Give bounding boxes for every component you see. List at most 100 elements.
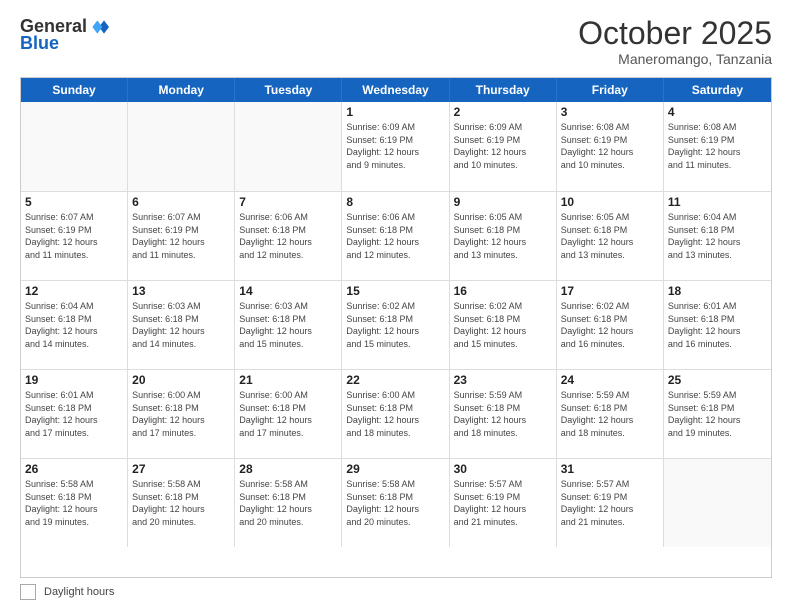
day-number: 10 bbox=[561, 195, 659, 209]
day-number: 11 bbox=[668, 195, 767, 209]
logo: General Blue bbox=[20, 16, 109, 54]
calendar: SundayMondayTuesdayWednesdayThursdayFrid… bbox=[20, 77, 772, 578]
cell-info: Sunrise: 6:02 AM Sunset: 6:18 PM Dayligh… bbox=[346, 300, 444, 350]
day-number: 7 bbox=[239, 195, 337, 209]
cell-info: Sunrise: 6:00 AM Sunset: 6:18 PM Dayligh… bbox=[346, 389, 444, 439]
weekday-header: Saturday bbox=[664, 78, 771, 102]
cell-info: Sunrise: 6:06 AM Sunset: 6:18 PM Dayligh… bbox=[239, 211, 337, 261]
calendar-cell: 12 Sunrise: 6:04 AM Sunset: 6:18 PM Dayli… bbox=[21, 281, 128, 369]
footer: Daylight hours bbox=[20, 584, 772, 600]
weekday-header: Wednesday bbox=[342, 78, 449, 102]
day-number: 24 bbox=[561, 373, 659, 387]
cell-info: Sunrise: 6:01 AM Sunset: 6:18 PM Dayligh… bbox=[25, 389, 123, 439]
calendar-cell: 25 Sunrise: 5:59 AM Sunset: 6:18 PM Dayli… bbox=[664, 370, 771, 458]
cell-info: Sunrise: 6:04 AM Sunset: 6:18 PM Dayligh… bbox=[668, 211, 767, 261]
day-number: 28 bbox=[239, 462, 337, 476]
cell-info: Sunrise: 6:07 AM Sunset: 6:19 PM Dayligh… bbox=[132, 211, 230, 261]
calendar-header: SundayMondayTuesdayWednesdayThursdayFrid… bbox=[21, 78, 771, 102]
calendar-cell: 31Sunrise: 5:57 AM Sunset: 6:19 PM Dayli… bbox=[557, 459, 664, 547]
day-number: 19 bbox=[25, 373, 123, 387]
calendar-cell: 18 Sunrise: 6:01 AM Sunset: 6:18 PM Dayli… bbox=[664, 281, 771, 369]
cell-info: Sunrise: 5:58 AM Sunset: 6:18 PM Dayligh… bbox=[239, 478, 337, 528]
day-number: 9 bbox=[454, 195, 552, 209]
calendar-cell: 7 Sunrise: 6:06 AM Sunset: 6:18 PM Daylig… bbox=[235, 192, 342, 280]
cell-info: Sunrise: 6:01 AM Sunset: 6:18 PM Dayligh… bbox=[668, 300, 767, 350]
calendar-cell: 11 Sunrise: 6:04 AM Sunset: 6:18 PM Dayli… bbox=[664, 192, 771, 280]
day-number: 3 bbox=[561, 105, 659, 119]
day-number: 27 bbox=[132, 462, 230, 476]
weekday-header: Sunday bbox=[21, 78, 128, 102]
calendar-cell: 19 Sunrise: 6:01 AM Sunset: 6:18 PM Dayli… bbox=[21, 370, 128, 458]
calendar-cell: 6Sunrise: 6:07 AM Sunset: 6:19 PM Daylig… bbox=[128, 192, 235, 280]
calendar-cell: 17 Sunrise: 6:02 AM Sunset: 6:18 PM Dayli… bbox=[557, 281, 664, 369]
calendar-row: 19 Sunrise: 6:01 AM Sunset: 6:18 PM Dayli… bbox=[21, 369, 771, 458]
day-number: 29 bbox=[346, 462, 444, 476]
calendar-cell: 14 Sunrise: 6:03 AM Sunset: 6:18 PM Dayli… bbox=[235, 281, 342, 369]
calendar-cell: 5Sunrise: 6:07 AM Sunset: 6:19 PM Daylig… bbox=[21, 192, 128, 280]
calendar-cell: 23Sunrise: 5:59 AM Sunset: 6:18 PM Dayli… bbox=[450, 370, 557, 458]
weekday-header: Friday bbox=[557, 78, 664, 102]
cell-info: Sunrise: 6:03 AM Sunset: 6:18 PM Dayligh… bbox=[239, 300, 337, 350]
calendar-cell: 2 Sunrise: 6:09 AM Sunset: 6:19 PM Daylig… bbox=[450, 102, 557, 191]
cell-info: Sunrise: 6:00 AM Sunset: 6:18 PM Dayligh… bbox=[132, 389, 230, 439]
calendar-cell: 1Sunrise: 6:09 AM Sunset: 6:19 PM Daylig… bbox=[342, 102, 449, 191]
logo-icon bbox=[89, 17, 109, 37]
day-number: 15 bbox=[346, 284, 444, 298]
cell-info: Sunrise: 6:08 AM Sunset: 6:19 PM Dayligh… bbox=[561, 121, 659, 171]
day-number: 8 bbox=[346, 195, 444, 209]
cell-info: Sunrise: 6:02 AM Sunset: 6:18 PM Dayligh… bbox=[561, 300, 659, 350]
weekday-header: Thursday bbox=[450, 78, 557, 102]
cell-info: Sunrise: 5:59 AM Sunset: 6:18 PM Dayligh… bbox=[561, 389, 659, 439]
cell-info: Sunrise: 5:57 AM Sunset: 6:19 PM Dayligh… bbox=[454, 478, 552, 528]
location: Maneromango, Tanzania bbox=[578, 51, 772, 67]
day-number: 16 bbox=[454, 284, 552, 298]
calendar-cell bbox=[664, 459, 771, 547]
day-number: 25 bbox=[668, 373, 767, 387]
day-number: 30 bbox=[454, 462, 552, 476]
cell-info: Sunrise: 6:06 AM Sunset: 6:18 PM Dayligh… bbox=[346, 211, 444, 261]
day-number: 21 bbox=[239, 373, 337, 387]
cell-info: Sunrise: 5:58 AM Sunset: 6:18 PM Dayligh… bbox=[132, 478, 230, 528]
calendar-row: 5Sunrise: 6:07 AM Sunset: 6:19 PM Daylig… bbox=[21, 191, 771, 280]
calendar-cell: 15 Sunrise: 6:02 AM Sunset: 6:18 PM Dayli… bbox=[342, 281, 449, 369]
calendar-cell: 10 Sunrise: 6:05 AM Sunset: 6:18 PM Dayli… bbox=[557, 192, 664, 280]
cell-info: Sunrise: 5:58 AM Sunset: 6:18 PM Dayligh… bbox=[346, 478, 444, 528]
page: General Blue October 2025 Maneromango, T… bbox=[0, 0, 792, 612]
calendar-row: 1 Sunrise: 6:09 AM Sunset: 6:19 PM Daylig… bbox=[21, 102, 771, 191]
cell-info: Sunrise: 6:00 AM Sunset: 6:18 PM Dayligh… bbox=[239, 389, 337, 439]
day-number: 26 bbox=[25, 462, 123, 476]
logo-blue: Blue bbox=[20, 33, 59, 54]
day-number: 23 bbox=[454, 373, 552, 387]
calendar-cell: 22 Sunrise: 6:00 AM Sunset: 6:18 PM Dayli… bbox=[342, 370, 449, 458]
cell-info: Sunrise: 6:05 AM Sunset: 6:18 PM Dayligh… bbox=[561, 211, 659, 261]
day-number: 13 bbox=[132, 284, 230, 298]
day-number: 17 bbox=[561, 284, 659, 298]
day-number: 1 bbox=[346, 105, 444, 119]
cell-info: Sunrise: 6:04 AM Sunset: 6:18 PM Dayligh… bbox=[25, 300, 123, 350]
day-number: 20 bbox=[132, 373, 230, 387]
cell-info: Sunrise: 6:03 AM Sunset: 6:18 PM Dayligh… bbox=[132, 300, 230, 350]
day-number: 12 bbox=[25, 284, 123, 298]
calendar-body: 1 Sunrise: 6:09 AM Sunset: 6:19 PM Daylig… bbox=[21, 102, 771, 547]
calendar-cell: 4 Sunrise: 6:08 AM Sunset: 6:19 PM Daylig… bbox=[664, 102, 771, 191]
day-number: 22 bbox=[346, 373, 444, 387]
day-number: 18 bbox=[668, 284, 767, 298]
calendar-cell: 24 Sunrise: 5:59 AM Sunset: 6:18 PM Dayli… bbox=[557, 370, 664, 458]
cell-info: Sunrise: 6:09 AM Sunset: 6:19 PM Dayligh… bbox=[454, 121, 552, 171]
calendar-cell: 29 Sunrise: 5:58 AM Sunset: 6:18 PM Dayli… bbox=[342, 459, 449, 547]
cell-info: Sunrise: 5:59 AM Sunset: 6:18 PM Dayligh… bbox=[668, 389, 767, 439]
cell-info: Sunrise: 6:08 AM Sunset: 6:19 PM Dayligh… bbox=[668, 121, 767, 171]
weekday-header: Tuesday bbox=[235, 78, 342, 102]
footer-label: Daylight hours bbox=[44, 586, 114, 598]
calendar-cell: 16Sunrise: 6:02 AM Sunset: 6:18 PM Dayli… bbox=[450, 281, 557, 369]
header: General Blue October 2025 Maneromango, T… bbox=[20, 16, 772, 67]
day-number: 4 bbox=[668, 105, 767, 119]
calendar-cell bbox=[235, 102, 342, 191]
calendar-cell: 30 Sunrise: 5:57 AM Sunset: 6:19 PM Dayli… bbox=[450, 459, 557, 547]
weekday-header: Monday bbox=[128, 78, 235, 102]
calendar-cell bbox=[21, 102, 128, 191]
title-section: October 2025 Maneromango, Tanzania bbox=[578, 16, 772, 67]
day-number: 14 bbox=[239, 284, 337, 298]
day-number: 2 bbox=[454, 105, 552, 119]
calendar-cell: 8 Sunrise: 6:06 AM Sunset: 6:18 PM Daylig… bbox=[342, 192, 449, 280]
